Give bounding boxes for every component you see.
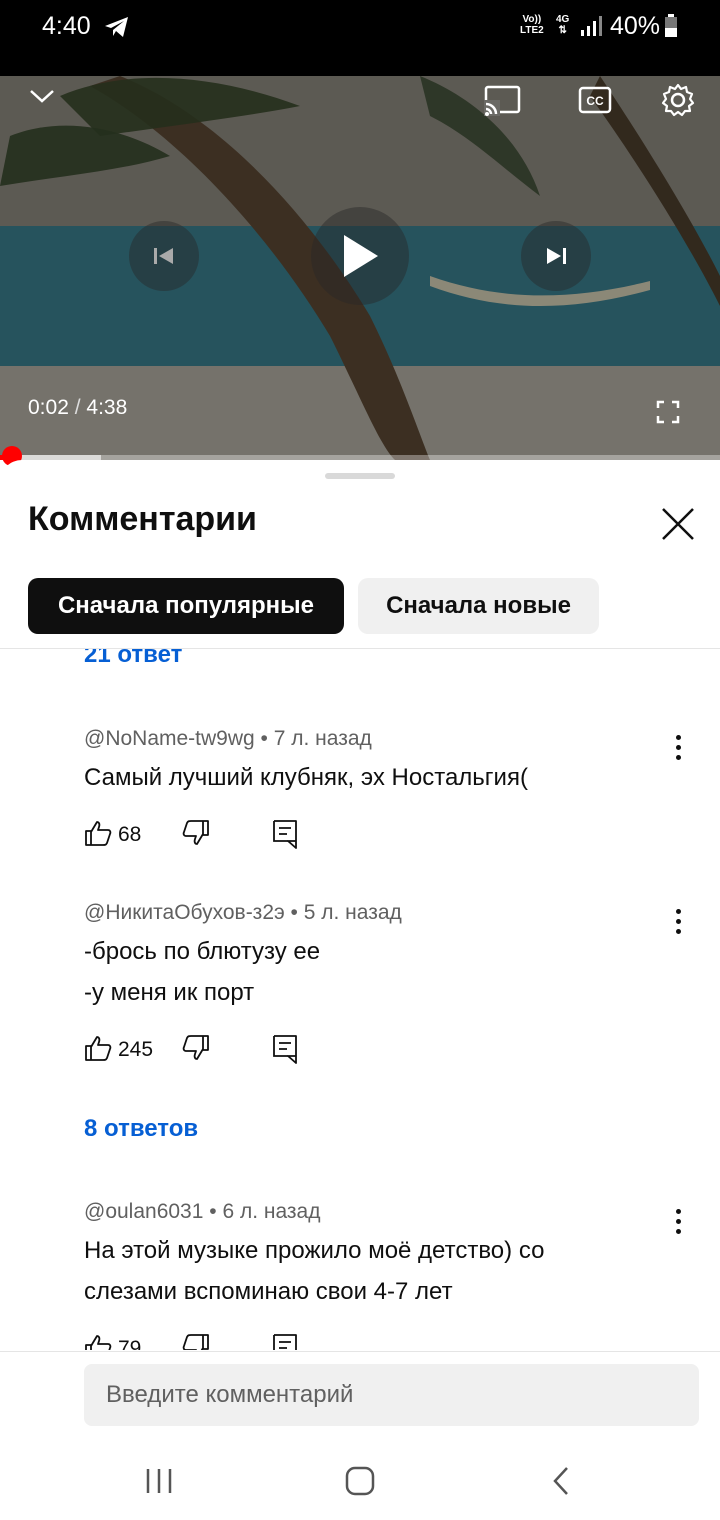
comment-input[interactable]: Введите комментарий [84, 1364, 699, 1426]
reply-icon[interactable] [272, 1333, 298, 1350]
navigation-bar [0, 1450, 720, 1520]
comment-line: -у меня ик порт [84, 979, 255, 1006]
sort-popular-chip[interactable]: Сначала популярные [28, 578, 344, 634]
reply-icon[interactable] [272, 819, 298, 854]
home-icon[interactable] [344, 1465, 376, 1502]
input-divider [0, 1351, 720, 1352]
cast-icon[interactable] [484, 84, 522, 121]
comment-line: слезами вспоминаю свои 4-7 лет [84, 1278, 453, 1305]
volte-label: Vo)) [522, 14, 542, 25]
comment-meta: @NoName-tw9wg • 7 л. назад [84, 727, 372, 750]
more-options-icon[interactable] [668, 1209, 688, 1239]
playback-time: 0:02 / 4:38 [28, 396, 127, 420]
comment-meta: @oulan6031 • 6 л. назад [84, 1200, 321, 1223]
dislike-icon[interactable] [182, 819, 210, 852]
network-type-label: 4G [556, 14, 570, 25]
reply-icon[interactable] [272, 1034, 298, 1069]
play-button[interactable] [311, 207, 409, 305]
chevron-down-icon[interactable] [28, 86, 56, 111]
svg-text:CC: CC [586, 94, 604, 108]
comment-actions: 68 [84, 819, 384, 855]
comment-age: 6 л. назад [222, 1200, 321, 1223]
previous-button[interactable] [129, 221, 199, 291]
comment-author[interactable]: @NoName-tw9wg [84, 727, 255, 750]
back-icon[interactable] [550, 1465, 572, 1502]
duration: 4:38 [86, 396, 128, 419]
battery-percent: 40% [610, 12, 661, 40]
comment-line: Самый лучший клубняк, эх Ностальгия( [84, 764, 528, 791]
like-count: 245 [118, 1038, 154, 1061]
recent-apps-icon[interactable] [144, 1467, 174, 1500]
video-player[interactable]: CC 0:02 / 4:38 [0, 76, 720, 460]
comment-text: -брось по блютузу ее -у меня ик порт [84, 931, 664, 1013]
comment-author[interactable]: @НикитаОбухов-з2э [84, 901, 285, 924]
comment-actions: 79 [84, 1333, 384, 1350]
captions-icon[interactable]: CC [578, 86, 612, 119]
dislike-icon[interactable] [182, 1034, 210, 1067]
replies-link[interactable]: 8 ответов [84, 1115, 198, 1143]
comment-age: 5 л. назад [303, 901, 402, 924]
comment-item: @NoName-tw9wg • 7 л. назад Самый лучший … [84, 727, 664, 798]
next-icon [547, 248, 566, 264]
like-count: 68 [118, 823, 142, 846]
comment-item: @oulan6031 • 6 л. назад На этой музыке п… [84, 1200, 664, 1312]
status-time: 4:40 [42, 12, 91, 40]
comments-sheet: Комментарии Сначала популярные Сначала н… [0, 460, 720, 1450]
comment-age: 7 л. назад [273, 727, 372, 750]
panel-title: Комментарии [28, 500, 257, 538]
dislike-icon[interactable] [182, 1333, 210, 1350]
play-icon [344, 235, 378, 277]
like-count: 79 [118, 1337, 142, 1350]
comment-author[interactable]: @oulan6031 [84, 1200, 203, 1223]
battery-icon [664, 14, 678, 43]
time-separator: / [74, 396, 81, 419]
comment-text: Самый лучший клубняк, эх Ностальгия( [84, 757, 664, 798]
comments-list[interactable]: 21 ответ @NoName-tw9wg • 7 л. назад Самы… [0, 649, 720, 1350]
fullscreen-icon[interactable] [656, 400, 680, 429]
current-time: 0:02 [28, 396, 69, 419]
previous-icon [154, 248, 173, 264]
status-bar: 4:40 Vo)) LTE2 4G ⇅ 40% [0, 0, 720, 76]
data-arrows-icon: ⇅ [558, 25, 567, 36]
comment-actions: 245 [84, 1034, 384, 1070]
lte-label: LTE2 [520, 25, 544, 36]
more-options-icon[interactable] [668, 735, 688, 765]
replies-link[interactable]: 21 ответ [84, 649, 182, 669]
next-button[interactable] [521, 221, 591, 291]
sort-newest-chip[interactable]: Сначала новые [358, 578, 599, 634]
comment-item: @НикитаОбухов-з2э • 5 л. назад -брось по… [84, 901, 664, 1013]
comment-line: -брось по блютузу ее [84, 938, 321, 965]
like-icon[interactable] [84, 819, 112, 852]
like-icon[interactable] [84, 1333, 112, 1350]
network-type: 4G ⇅ [556, 14, 569, 36]
comment-meta: @НикитаОбухов-з2э • 5 л. назад [84, 901, 402, 924]
drag-handle[interactable] [325, 473, 395, 479]
telegram-icon [104, 16, 130, 43]
close-icon[interactable] [656, 502, 700, 546]
comment-line: На этой музыке прожило моё детство) со [84, 1237, 545, 1264]
more-options-icon[interactable] [668, 909, 688, 939]
signal-icon [580, 14, 602, 43]
gear-icon[interactable] [660, 82, 696, 123]
like-icon[interactable] [84, 1034, 112, 1067]
comment-text: На этой музыке прожило моё детство) со с… [84, 1230, 664, 1312]
volte-indicator: Vo)) LTE2 [520, 14, 544, 36]
